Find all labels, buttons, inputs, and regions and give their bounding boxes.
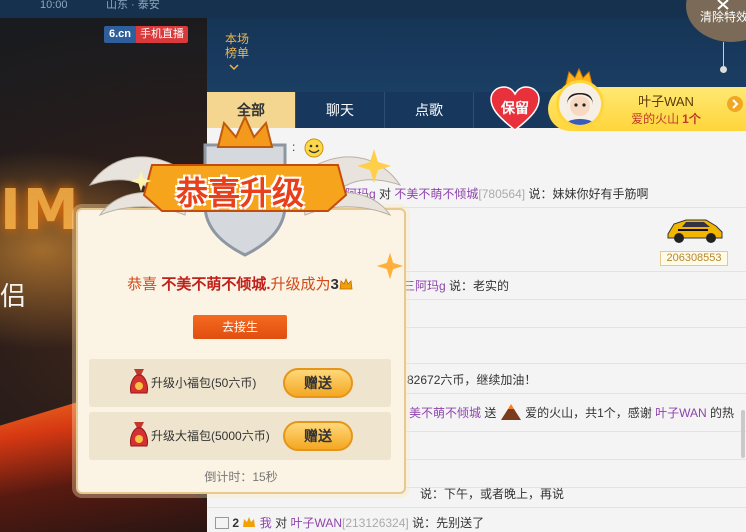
chevron-down-icon[interactable] (229, 62, 239, 72)
top-bar: 10:00 山东 · 泰安 (0, 0, 746, 18)
gift-label: 升级小福包(50六币) (151, 376, 257, 390)
host-name[interactable]: 叶子WAN (616, 91, 716, 110)
level-up-message: 恭喜 不美不萌不倾城.升级成为3 (80, 273, 400, 294)
level-up-username: 不美不萌不倾城. (161, 276, 271, 293)
lucky-bag-icon (130, 369, 148, 394)
countdown-value: 15秒 (252, 470, 278, 484)
user-level: 2 (232, 516, 240, 530)
volcano-gift-icon (500, 404, 521, 420)
chat-message: 2 我 对 叶子WAN[213126324] 说：先别送了 (207, 509, 746, 532)
countdown: 倒计时：15秒 (204, 470, 278, 484)
avatar[interactable] (556, 80, 604, 128)
avatar-image (559, 83, 601, 125)
site-logo: 6.cn (104, 26, 137, 43)
new-level: 3 (330, 276, 339, 293)
give-button[interactable]: 赠送 (283, 421, 353, 451)
chat-scrollbar[interactable] (741, 410, 745, 458)
hanging-string (723, 42, 724, 68)
checkbox-icon (215, 517, 229, 529)
host-gift-count: 1个 (682, 112, 701, 126)
level-up-title: 恭喜升级 (175, 174, 304, 212)
site-logo-badge[interactable]: 6.cn 手机直播 (104, 26, 189, 43)
chat-target[interactable]: 叶子WAN (290, 516, 342, 530)
crown-icon (339, 278, 353, 290)
host-gift-name: 爱的火山 (631, 112, 680, 126)
keep-button[interactable]: 保留 (494, 98, 536, 118)
car-number: 206308553 (660, 251, 728, 266)
give-button[interactable]: 赠送 (283, 368, 353, 398)
chat-target[interactable]: 美不萌不倾城 (409, 406, 481, 420)
stage-banner-letters: IM (0, 178, 81, 243)
close-icon[interactable] (716, 0, 730, 10)
panel-header (207, 18, 746, 92)
chat-user[interactable]: 三阿玛g (403, 279, 446, 293)
lucky-bag-icon (130, 422, 148, 447)
top-time: 10:00 (40, 0, 68, 11)
visit-button[interactable]: 去接生 (193, 315, 287, 339)
gift-label: 升级大福包(5000六币) (151, 429, 270, 443)
chat-host[interactable]: 叶子WAN (655, 406, 707, 420)
stage-text: 侣 (0, 282, 27, 312)
chevron-right-icon[interactable] (726, 95, 744, 113)
top-location: 山东 · 泰安 (106, 0, 160, 11)
host-gift-summary: 爱的火山 1个 (616, 110, 716, 127)
sparkle-star-icon (130, 170, 152, 192)
sparkle-star-icon (357, 149, 391, 183)
crown-icon (243, 517, 256, 527)
chat-user[interactable]: 我 (260, 516, 272, 530)
car-icon (667, 219, 723, 243)
rank-link[interactable]: 本场榜单 (222, 32, 252, 60)
hanging-bead (720, 66, 727, 73)
mobile-live-label: 手机直播 (136, 26, 189, 43)
